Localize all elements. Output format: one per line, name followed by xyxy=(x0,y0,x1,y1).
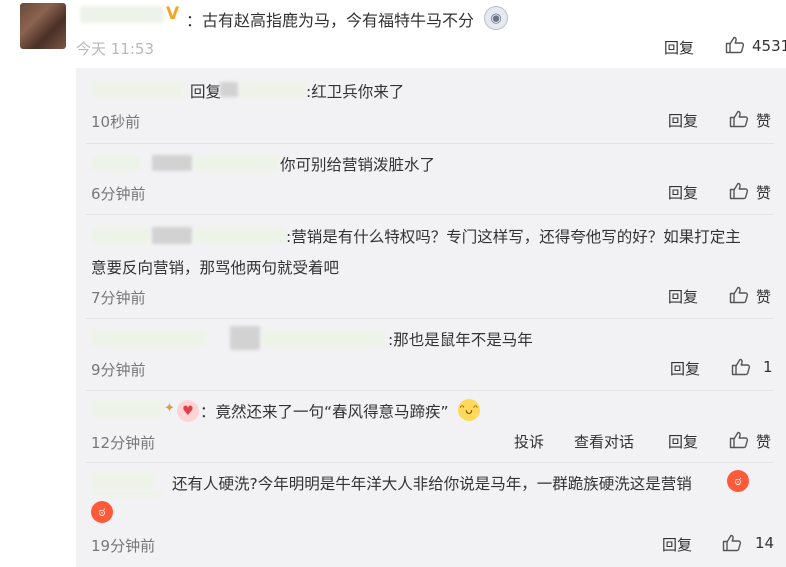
reply-4-target-blurred[interactable] xyxy=(262,329,386,347)
reply-1-prefix: 回复 xyxy=(190,83,222,101)
thumbs-up-icon[interactable] xyxy=(729,431,749,449)
reply-5-reply-button[interactable]: 回复 xyxy=(668,431,698,452)
reply-5-text: ：竟然还来了一句“春风得意马蹄疾” xyxy=(200,403,449,421)
reply-4-text: :那也是鼠年不是马年 xyxy=(388,331,533,349)
heart-eyes-emoji-icon: ♥ xyxy=(177,400,199,422)
robot-emoji-icon: ◉ xyxy=(484,6,508,30)
reply-2-target-avatar-blurred xyxy=(152,155,192,171)
reply-2-username-blurred[interactable] xyxy=(92,155,140,171)
reply-1-target-avatar-blurred xyxy=(220,82,238,97)
reply-5-view-conversation-button[interactable]: 查看对话 xyxy=(574,431,634,452)
reply-3-time: 7分钟前 xyxy=(91,289,146,307)
reply-3-username-blurred[interactable] xyxy=(92,227,150,244)
thumbs-up-icon[interactable] xyxy=(725,36,745,54)
reply-4-like-count[interactable]: 1 xyxy=(763,358,773,376)
reply-6-time: 19分钟前 xyxy=(91,537,156,555)
reply-4-username-blurred[interactable] xyxy=(92,329,206,347)
reply-2-target-blurred[interactable] xyxy=(194,155,280,171)
reply-1-username-blurred[interactable] xyxy=(92,81,184,98)
main-comment-text: ：古有赵高指鹿为马，今有福特牛马不分 xyxy=(186,11,475,30)
reply-6-text: 还有人硬洗?今年明明是牛年洋大人非给你说是马年，一群跪族硬洗这是营销 xyxy=(172,475,692,493)
reply-3-text-line1: :营销是有什么特权吗？专门这样写，还得夸他写的好？如果打定主 xyxy=(286,228,741,246)
main-like-count[interactable]: 4531 xyxy=(752,37,786,55)
reply-6-reply-button[interactable]: 回复 xyxy=(662,534,692,555)
reply-5-badge-icon: ✦ xyxy=(164,401,175,416)
reply-1-target-blurred[interactable] xyxy=(240,81,306,98)
reply-4-target-avatar-blurred xyxy=(230,326,260,350)
thumbs-up-icon[interactable] xyxy=(729,286,749,304)
reply-6-username-blurred[interactable] xyxy=(92,472,154,489)
reply-3-target-avatar-blurred xyxy=(152,227,192,244)
divider xyxy=(86,318,774,319)
reply-3-target-blurred[interactable] xyxy=(194,227,286,244)
thumbs-up-icon[interactable] xyxy=(729,110,749,128)
main-reply-button[interactable]: 回复 xyxy=(664,37,694,58)
main-comment-time: 今天 11:53 xyxy=(76,40,154,58)
avatar[interactable] xyxy=(20,3,66,49)
username-blurred[interactable] xyxy=(80,6,164,23)
reply-2-like-button[interactable]: 赞 xyxy=(756,182,771,203)
thumbs-up-icon[interactable] xyxy=(722,534,742,552)
verified-v-icon: V xyxy=(166,4,180,24)
reply-2-reply-button[interactable]: 回复 xyxy=(668,182,698,203)
angry-emoji-icon: ಠ xyxy=(727,470,749,492)
divider xyxy=(86,462,774,463)
reply-1-text: :红卫兵你来了 xyxy=(306,83,405,101)
laughing-emoji-icon: ᵔᴗᵔ xyxy=(458,399,480,421)
divider xyxy=(86,390,774,391)
thumbs-up-icon[interactable] xyxy=(731,358,751,376)
reply-1-reply-button[interactable]: 回复 xyxy=(668,110,698,131)
reply-5-report-button[interactable]: 投诉 xyxy=(514,431,544,452)
reply-4-reply-button[interactable]: 回复 xyxy=(670,358,700,379)
reply-3-like-button[interactable]: 赞 xyxy=(756,286,771,307)
reply-3-text-line2: 意要反向营销，那骂他两句就受着吧 xyxy=(91,259,340,277)
thumbs-up-icon[interactable] xyxy=(729,182,749,200)
reply-5-like-button[interactable]: 赞 xyxy=(756,431,771,452)
reply-3-reply-button[interactable]: 回复 xyxy=(668,286,698,307)
divider xyxy=(86,214,774,215)
angry-emoji-icon: ಠ xyxy=(91,501,113,523)
reply-2-time: 6分钟前 xyxy=(91,185,146,203)
reply-6-username-blurred-2 xyxy=(92,491,164,497)
reply-6-like-count[interactable]: 14 xyxy=(755,534,774,552)
reply-1-like-button[interactable]: 赞 xyxy=(756,110,771,131)
reply-1-time: 10秒前 xyxy=(91,113,141,131)
reply-4-time: 9分钟前 xyxy=(91,361,146,379)
reply-5-time: 12分钟前 xyxy=(91,434,156,452)
divider xyxy=(86,143,774,144)
reply-5-username-blurred[interactable] xyxy=(92,400,164,418)
reply-2-text: 你可别给营销泼脏水了 xyxy=(280,156,436,174)
